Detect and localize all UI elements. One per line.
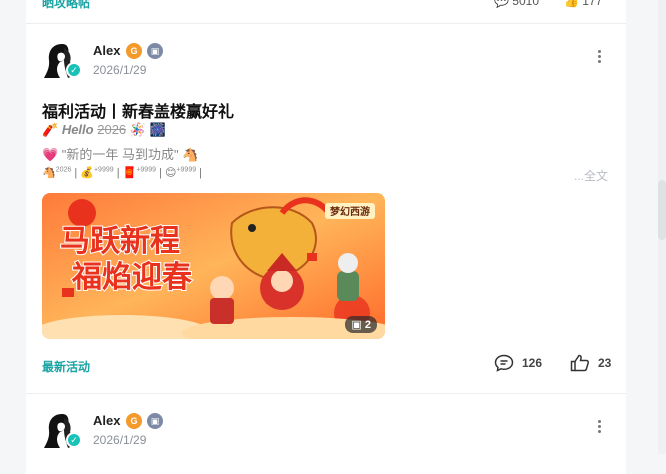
comment-count: 5010: [512, 0, 539, 8]
thumb-up-icon: [570, 354, 590, 372]
money-emoji: 💰: [80, 167, 94, 179]
expand-full-text-link[interactable]: ...全文: [574, 167, 608, 184]
scrollbar-thumb[interactable]: [658, 180, 666, 240]
image-text-1: 马跃新程: [60, 225, 180, 258]
post-date: 2026/1/29: [93, 433, 147, 447]
comment-icon: [494, 354, 514, 372]
comment-count: 126: [522, 356, 543, 370]
comment-button[interactable]: 💬 5010: [494, 0, 539, 8]
sup-value: +9999: [176, 166, 197, 174]
comment-icon: 💬: [494, 0, 509, 8]
post-card[interactable]: ✓ Alex G ▣ 2026/1/29: [26, 394, 626, 474]
verified-icon: ✓: [66, 432, 82, 448]
like-button[interactable]: 23: [570, 354, 611, 372]
post-title[interactable]: 福利活动丨新春盖楼赢好礼: [42, 98, 234, 122]
level-badge-icon: G: [126, 413, 142, 429]
image-brand: 梦幻西游: [330, 205, 370, 218]
post-date: 2026/1/29: [93, 63, 147, 77]
level-badge-icon: G: [126, 43, 142, 59]
post-image[interactable]: 梦幻西游 马跃新程 福焰迎春 ▣ 2: [42, 193, 385, 339]
firecracker-emoji: 🧨: [42, 122, 59, 137]
thumb-up-icon: 👍: [564, 0, 579, 8]
role-badge-icon: ▣: [147, 43, 163, 59]
feed: 晒攻略帖 💬 5010 👍 177 ✓ Alex G ▣ 2026/1/29 福…: [26, 0, 626, 474]
image-count-badge: ▣ 2: [345, 316, 377, 333]
post-tag[interactable]: 最新活动: [42, 358, 90, 375]
like-count: 23: [598, 356, 612, 370]
previous-post-footer: 晒攻略帖 💬 5010 👍 177: [26, 0, 626, 24]
more-options-icon[interactable]: [598, 50, 602, 65]
post-tag[interactable]: 晒攻略帖: [42, 0, 90, 11]
verified-icon: ✓: [66, 62, 82, 78]
hello-text: Hello: [61, 122, 94, 137]
post-card[interactable]: ✓ Alex G ▣ 2026/1/29 福利活动丨新春盖楼赢好礼 🧨 Hell…: [26, 24, 626, 394]
post-line-1: 🧨 Hello 2026 🪅 🎆: [42, 122, 166, 138]
smile-emoji: 😊: [164, 167, 177, 179]
comment-button[interactable]: 126: [494, 354, 542, 372]
more-options-icon[interactable]: [598, 420, 602, 435]
line1-emojis: 🪅 🎆: [129, 122, 166, 137]
image-stack-icon: ▣: [351, 319, 365, 331]
like-button[interactable]: 👍 177: [564, 0, 602, 8]
horse-emoji: 🐴: [42, 167, 56, 179]
envelope-emoji: 🧧: [122, 167, 137, 179]
like-count: 177: [582, 0, 603, 8]
sup-value: +9999: [93, 166, 114, 174]
image-text-2: 福焰迎春: [71, 261, 192, 294]
author-name[interactable]: Alex: [93, 43, 120, 58]
sup-value: 2026: [55, 166, 72, 174]
post-line-2: 💗 "新的一年 马到功成" 🐴: [42, 147, 199, 162]
image-count: 2: [364, 319, 371, 331]
sup-value: +9999: [136, 166, 156, 174]
post-line-3: 🐴2026 | 💰+9999 | 🧧+9999 | 😊+9999 |: [42, 166, 203, 179]
author-name[interactable]: Alex: [93, 413, 120, 428]
role-badge-icon: ▣: [147, 413, 163, 429]
year-text: 2026: [97, 122, 127, 137]
